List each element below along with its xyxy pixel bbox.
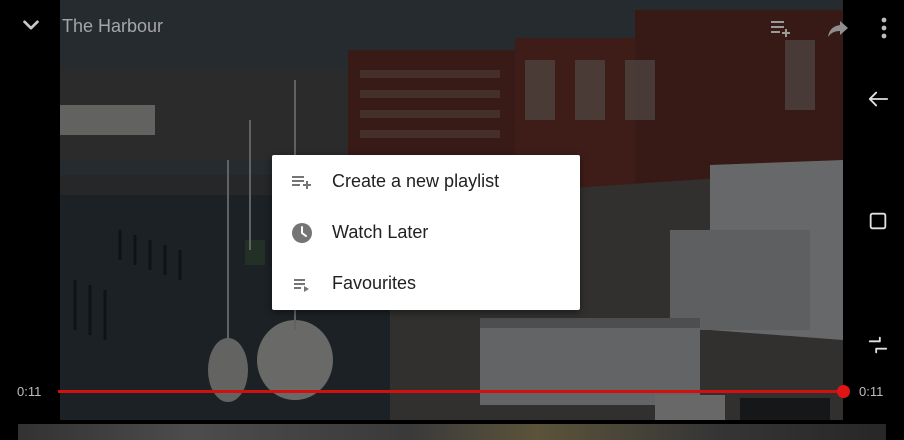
video-title: The Harbour: [62, 16, 164, 36]
duration-time: 0:11: [859, 384, 884, 399]
clock-icon: [290, 221, 314, 245]
storyboard-strip: [18, 424, 886, 440]
add-to-playlist-menu: Create a new playlist Watch Later Favour…: [272, 155, 580, 310]
overview-icon[interactable]: [865, 208, 891, 234]
menu-item-watch-later[interactable]: Watch Later: [272, 207, 580, 258]
system-navigation-bar: [843, 0, 904, 440]
progress-bar[interactable]: [58, 390, 844, 393]
menu-item-favourites[interactable]: Favourites: [272, 258, 580, 309]
progress-scrubber-handle[interactable]: [837, 385, 850, 398]
menu-item-label: Create a new playlist: [332, 171, 500, 191]
current-time: 0:11: [17, 384, 42, 399]
back-icon[interactable]: [865, 86, 891, 112]
menu-item-create-playlist[interactable]: Create a new playlist: [272, 156, 580, 207]
menu-item-label: Watch Later: [332, 222, 429, 242]
progress-fill: [58, 390, 844, 393]
playlist-add-icon: [290, 170, 314, 194]
add-to-playlist-icon[interactable]: [768, 15, 794, 41]
phone-screen: The Harbour 0:11 0:11 Create a new playl…: [0, 0, 904, 440]
playlist-play-icon: [290, 272, 314, 296]
recents-icon[interactable]: [865, 332, 891, 358]
chevron-down-icon[interactable]: [18, 12, 44, 38]
player-top-bar: The Harbour: [0, 0, 904, 52]
menu-item-label: Favourites: [332, 273, 417, 293]
